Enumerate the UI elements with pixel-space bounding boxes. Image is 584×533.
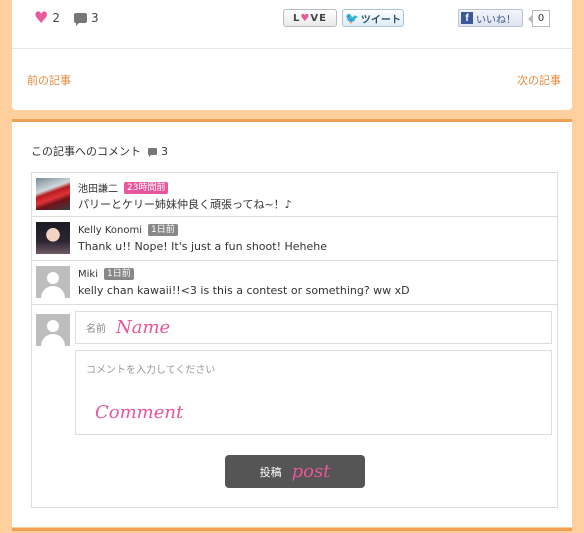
article-stats: ♥ 2 3 [34, 8, 99, 27]
post-button[interactable]: 投稿 post [225, 455, 365, 488]
comment-meta: Kelly Konomi 1日前 [78, 224, 178, 236]
comments-card: この記事へのコメント 3 池田謙二 23時間前 パリーとケリー姉妹仲良く頑張って… [12, 119, 572, 533]
comment-textarea[interactable]: コメントを入力してください Comment [75, 350, 552, 435]
comment-placeholder: コメントを入力してください [86, 365, 216, 376]
tweet-button[interactable]: 🐦 ツイート [342, 9, 404, 27]
comments-heading: この記事へのコメント 3 [31, 143, 168, 159]
comment-list: 池田謙二 23時間前 パリーとケリー姉妹仲良く頑張ってね~！♪ Kelly Ko… [31, 172, 558, 508]
comment-item: Kelly Konomi 1日前 Thank u!! Nope! It's ju… [32, 217, 557, 261]
like-count-box: 0 [528, 10, 550, 27]
default-user-icon [36, 314, 70, 346]
comment-text: kelly chan kawaii!!<3 is this a contest … [78, 284, 410, 297]
comment-author: Miki [78, 268, 98, 280]
comment-text: Thank u!! Nope! It's just a fun shoot! H… [78, 240, 327, 253]
article-footer-card: ♥ 2 3 L♥VE 🐦 ツイート f いいね！ 0 前の記事 次の記事 [12, 0, 572, 110]
avatar [36, 178, 70, 210]
prev-article-link[interactable]: 前の記事 [27, 72, 71, 88]
comment-item: 池田謙二 23時間前 パリーとケリー姉妹仲良く頑張ってね~！♪ [32, 173, 557, 217]
heart-icon: ♥ [34, 8, 49, 27]
tweet-button-label: ツイート [360, 14, 401, 26]
comment-bubble-icon [73, 13, 87, 26]
comment-annotation: Comment [95, 402, 184, 423]
name-annotation: Name [116, 317, 171, 338]
comment-time-badge: 23時間前 [124, 181, 169, 194]
facebook-icon: f [461, 12, 473, 24]
comment-bubble-icon [148, 147, 157, 157]
like-button-label: いいね！ [476, 14, 516, 26]
comments-heading-text: この記事へのコメント [31, 145, 141, 158]
comment-item: Miki 1日前 kelly chan kawaii!!<3 is this a… [32, 261, 557, 305]
default-user-icon [36, 266, 70, 298]
comment-time-badge: 1日前 [148, 224, 178, 236]
comment-author: Kelly Konomi [78, 224, 143, 236]
love-button-label: L♥VE [293, 12, 327, 24]
comment-count: 3 [90, 11, 99, 25]
post-button-label: 投稿 [259, 465, 282, 479]
divider [12, 48, 572, 49]
avatar [36, 222, 70, 254]
next-card-edge [12, 528, 572, 531]
name-field-label: 名前 [86, 324, 106, 335]
comment-time-badge: 1日前 [103, 268, 134, 280]
love-button[interactable]: L♥VE [283, 9, 337, 27]
facebook-like-button[interactable]: f いいね！ [458, 9, 523, 27]
comments-heading-count: 3 [161, 144, 168, 158]
post-annotation: post [291, 461, 331, 482]
love-count: 2 [52, 11, 60, 25]
comment-meta: Miki 1日前 [78, 268, 134, 280]
twitter-bird-icon: 🐦 [345, 11, 359, 25]
comment-form: 名前 Name コメントを入力してください Comment 投稿 post [32, 305, 557, 507]
comment-text: パリーとケリー姉妹仲良く頑張ってね~！♪ [78, 198, 292, 211]
comment-author: 池田謙二 [78, 184, 118, 195]
next-article-link[interactable]: 次の記事 [517, 72, 561, 88]
name-field[interactable]: 名前 Name [75, 311, 552, 344]
comment-meta: 池田謙二 23時間前 [78, 180, 169, 195]
